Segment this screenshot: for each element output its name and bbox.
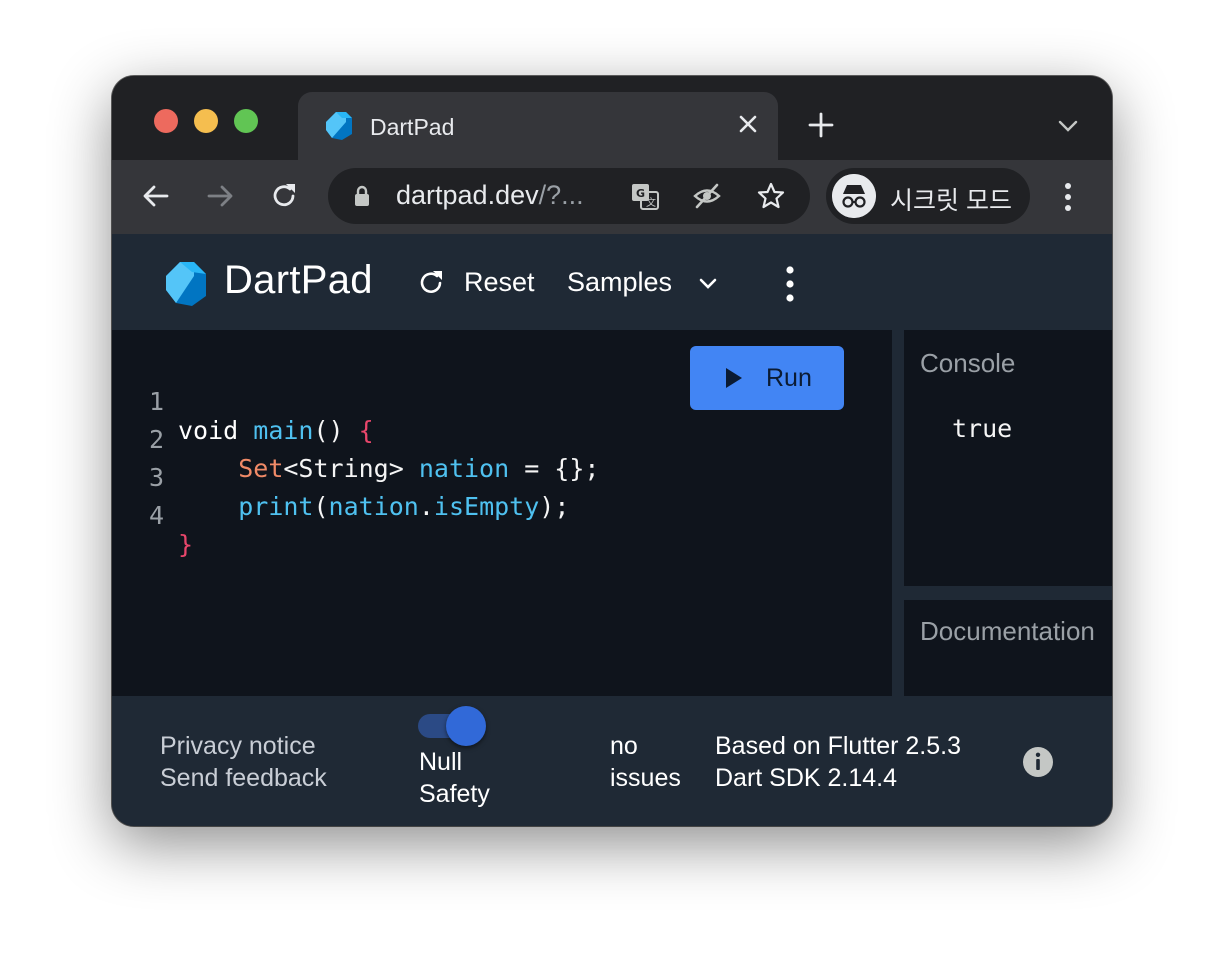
- code-editor[interactable]: 1 void main() { 2 Set<String> nation = {…: [112, 330, 892, 696]
- variable-name: nation: [328, 492, 419, 521]
- incognito-icon: [832, 174, 876, 218]
- null-safety-label: Safety: [419, 780, 490, 808]
- samples-dropdown[interactable]: Samples: [567, 267, 672, 298]
- null-safety-toggle-knob[interactable]: [446, 706, 486, 746]
- brace-close: }: [178, 530, 194, 559]
- code-line[interactable]: 1 void main() {: [112, 358, 374, 445]
- browser-window: DartPad dartpad.dev/?... G 文 시크릿 모드 Dart…: [112, 76, 1112, 826]
- zoom-window-button[interactable]: [234, 109, 258, 133]
- lock-icon[interactable]: [352, 184, 372, 208]
- svg-text:文: 文: [646, 196, 656, 209]
- line-number: 4: [148, 501, 164, 530]
- tab-strip: DartPad: [112, 76, 1112, 160]
- svg-text:G: G: [636, 187, 645, 200]
- minimize-window-button[interactable]: [194, 109, 218, 133]
- function-name: main: [253, 416, 314, 445]
- incognito-label: 시크릿 모드: [890, 187, 1012, 215]
- url-text[interactable]: dartpad.dev/?...: [396, 180, 584, 211]
- type-name: Set: [238, 454, 284, 483]
- footer: Privacy notice Send feedback Null Safety…: [112, 696, 1112, 826]
- code-line[interactable]: 4 }: [112, 472, 202, 559]
- code-line[interactable]: 2 Set<String> nation = {};: [112, 396, 600, 483]
- dartpad-header: DartPad Reset Samples: [112, 234, 1112, 330]
- new-tab-plus-icon[interactable]: [806, 110, 836, 140]
- address-bar[interactable]: dartpad.dev/?... G 文: [328, 168, 810, 224]
- run-button[interactable]: Run: [690, 346, 844, 410]
- code-punctuation: (): [313, 416, 359, 445]
- documentation-panel: Documentation: [904, 600, 1112, 696]
- play-icon: [726, 368, 742, 388]
- dart-logo-icon: [166, 262, 206, 306]
- console-output: true: [952, 414, 1013, 443]
- flutter-version: Based on Flutter 2.5.3: [715, 732, 961, 760]
- chevron-down-icon[interactable]: [696, 274, 720, 294]
- app-title: DartPad: [224, 258, 373, 302]
- info-icon[interactable]: [1022, 746, 1054, 778]
- more-options-icon[interactable]: [782, 264, 798, 304]
- dart-sdk-version: Dart SDK 2.14.4: [715, 764, 898, 792]
- code-line[interactable]: 3 print(nation.isEmpty);: [112, 434, 569, 521]
- translate-icon[interactable]: G 文: [630, 181, 660, 211]
- code-punctuation: );: [539, 492, 570, 521]
- code-punctuation: (: [313, 492, 329, 521]
- code-punctuation: .: [418, 492, 434, 521]
- issues-status: issues: [610, 764, 681, 792]
- reset-button[interactable]: Reset: [464, 267, 535, 298]
- browser-toolbar: dartpad.dev/?... G 文 시크릿 모드: [112, 160, 1112, 236]
- url-path: /?...: [538, 180, 584, 210]
- send-feedback-link[interactable]: Send feedback: [160, 764, 327, 793]
- url-host: dartpad.dev: [396, 180, 539, 210]
- code-punctuation: = {};: [509, 454, 600, 483]
- property-name: isEmpty: [433, 492, 540, 521]
- chevron-down-icon[interactable]: [1056, 114, 1080, 138]
- console-title: Console: [920, 348, 1016, 378]
- reload-icon[interactable]: [268, 180, 300, 212]
- issues-status: no: [610, 732, 638, 760]
- horizontal-splitter[interactable]: [904, 586, 1112, 600]
- brace-open: {: [358, 416, 374, 445]
- function-name: print: [238, 492, 314, 521]
- run-label: Run: [766, 364, 812, 392]
- privacy-notice-link[interactable]: Privacy notice: [160, 732, 316, 761]
- refresh-icon[interactable]: [416, 268, 446, 298]
- vertical-splitter[interactable]: [892, 330, 904, 696]
- dart-logo-icon: [326, 112, 352, 140]
- forward-arrow-icon[interactable]: [204, 180, 236, 212]
- generic-type: <String>: [283, 454, 419, 483]
- documentation-title: Documentation: [920, 616, 1095, 646]
- eye-off-icon[interactable]: [692, 181, 722, 211]
- close-window-button[interactable]: [154, 109, 178, 133]
- bookmark-star-icon[interactable]: [756, 181, 786, 211]
- browser-menu-icon[interactable]: [1056, 180, 1080, 214]
- console-panel: Console true: [904, 330, 1112, 586]
- tab-title: DartPad: [370, 114, 455, 140]
- null-safety-label: Null: [419, 748, 463, 776]
- close-icon[interactable]: [734, 110, 762, 138]
- variable-name: nation: [418, 454, 510, 483]
- incognito-profile-button[interactable]: 시크릿 모드: [826, 168, 1030, 224]
- back-arrow-icon[interactable]: [140, 180, 172, 212]
- tab-dartpad[interactable]: DartPad: [298, 92, 778, 160]
